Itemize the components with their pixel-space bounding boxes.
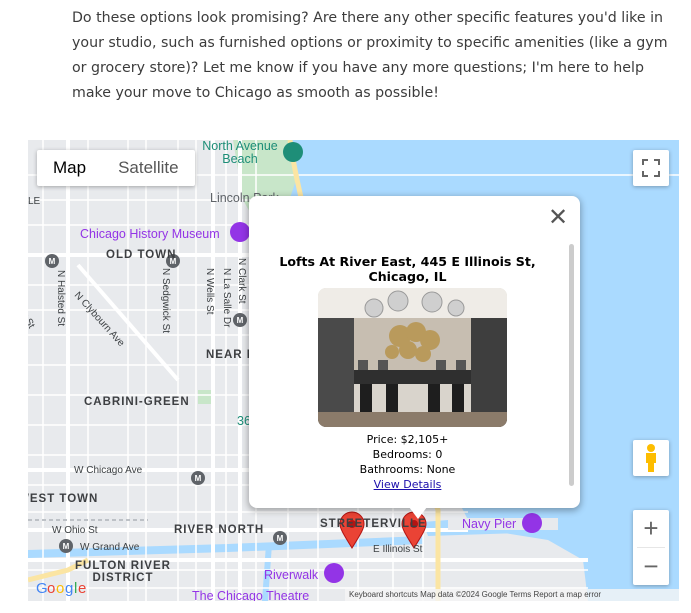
close-icon[interactable]: ✕ bbox=[546, 205, 570, 229]
w-chicago-ave-label: W Chicago Ave bbox=[74, 465, 143, 476]
svg-text:M: M bbox=[49, 257, 56, 266]
zoom-in-button[interactable]: + bbox=[633, 510, 669, 547]
property-title: Lofts At River East, 445 E Illinois St, … bbox=[279, 254, 536, 284]
svg-text:M: M bbox=[277, 534, 284, 543]
svg-text:l: l bbox=[74, 580, 77, 597]
property-info: Price: $2,105+ Bedrooms: 0 Bathrooms: No… bbox=[249, 432, 566, 492]
navy-pier-poi-icon[interactable] bbox=[522, 513, 542, 533]
north-avenue-beach-label[interactable]: North Avenue Beach bbox=[198, 140, 282, 166]
e-illinois-st-label: E Illinois St bbox=[373, 544, 423, 555]
zoom-out-button[interactable]: − bbox=[633, 548, 669, 585]
property-photo-image bbox=[318, 288, 507, 427]
svg-text:e: e bbox=[78, 580, 86, 597]
near-north-label: NEAR NORTH bbox=[206, 349, 250, 361]
map-type-control: Map Satellite bbox=[37, 150, 195, 186]
bathrooms-text: Bathrooms: None bbox=[359, 463, 456, 476]
w-ohio-st-label: W Ohio St bbox=[52, 525, 98, 536]
fullscreen-icon bbox=[642, 159, 660, 177]
riverwalk-label[interactable]: Riverwalk bbox=[264, 568, 318, 582]
fullscreen-button[interactable] bbox=[633, 150, 669, 186]
n-clark-st-label: N Clark St bbox=[236, 258, 247, 304]
pegman-icon bbox=[646, 444, 656, 472]
view-details-link[interactable]: View Details bbox=[374, 478, 442, 491]
streeterville-label: STREETERVILLE bbox=[320, 518, 427, 530]
bedrooms-text: Bedrooms: 0 bbox=[372, 448, 443, 461]
old-town-label: OLD TOWN bbox=[106, 249, 177, 261]
n-wells-st-label: N Wells St bbox=[204, 268, 215, 315]
svg-text:M: M bbox=[195, 474, 202, 483]
museum-poi-icon[interactable] bbox=[230, 222, 250, 242]
w-grand-ave-label: W Grand Ave bbox=[80, 542, 140, 553]
price-text: Price: $2,105+ bbox=[366, 433, 449, 446]
riverwalk-poi-icon[interactable] bbox=[324, 563, 344, 583]
n-halsted-st-label: N Halsted St bbox=[55, 270, 66, 327]
info-window-tail bbox=[409, 507, 427, 519]
street-view-pegman-button[interactable] bbox=[633, 440, 669, 476]
svg-text:o: o bbox=[47, 580, 55, 597]
google-logo-image: G o o g l e bbox=[36, 580, 86, 597]
svg-text:M: M bbox=[237, 316, 244, 325]
chicago-theatre-label[interactable]: The Chicago Theatre bbox=[192, 589, 309, 601]
navy-pier-label[interactable]: Navy Pier bbox=[462, 517, 516, 531]
n-la-salle-dr-label: N La Salle Dr bbox=[221, 268, 232, 328]
map-type-map-button[interactable]: Map bbox=[37, 150, 102, 186]
n-sedgwick-st-label: N Sedgwick St bbox=[160, 268, 171, 334]
google-logo: G o o g l e bbox=[36, 579, 92, 601]
map-view[interactable]: MM MM MM North Avenue Beach Lincoln Park… bbox=[28, 140, 679, 601]
cabrini-green-label: CABRINI-GREEN bbox=[84, 396, 190, 408]
west-town-label: WEST TOWN bbox=[28, 493, 99, 505]
park-poi-icon[interactable] bbox=[283, 142, 303, 162]
chicago-history-museum-label[interactable]: Chicago History Museum bbox=[80, 227, 220, 241]
info-window-scrollbar[interactable] bbox=[569, 244, 574, 486]
edge-le-label: LE bbox=[28, 196, 41, 207]
info-window: ✕ Lofts At River East, 445 E Illinois St… bbox=[249, 196, 580, 508]
map-type-satellite-button[interactable]: Satellite bbox=[102, 150, 194, 186]
river-north-label: RIVER NORTH bbox=[174, 524, 265, 536]
property-photo bbox=[318, 288, 507, 427]
svg-text:g: g bbox=[65, 580, 73, 597]
svg-text:G: G bbox=[36, 580, 48, 597]
map-attribution[interactable]: Keyboard shortcuts Map data ©2024 Google… bbox=[345, 589, 679, 601]
svg-text:M: M bbox=[63, 542, 70, 551]
zoom-control: + − bbox=[633, 510, 669, 585]
assistant-message: Do these options look promising? Are the… bbox=[72, 10, 668, 101]
svg-text:o: o bbox=[56, 580, 64, 597]
